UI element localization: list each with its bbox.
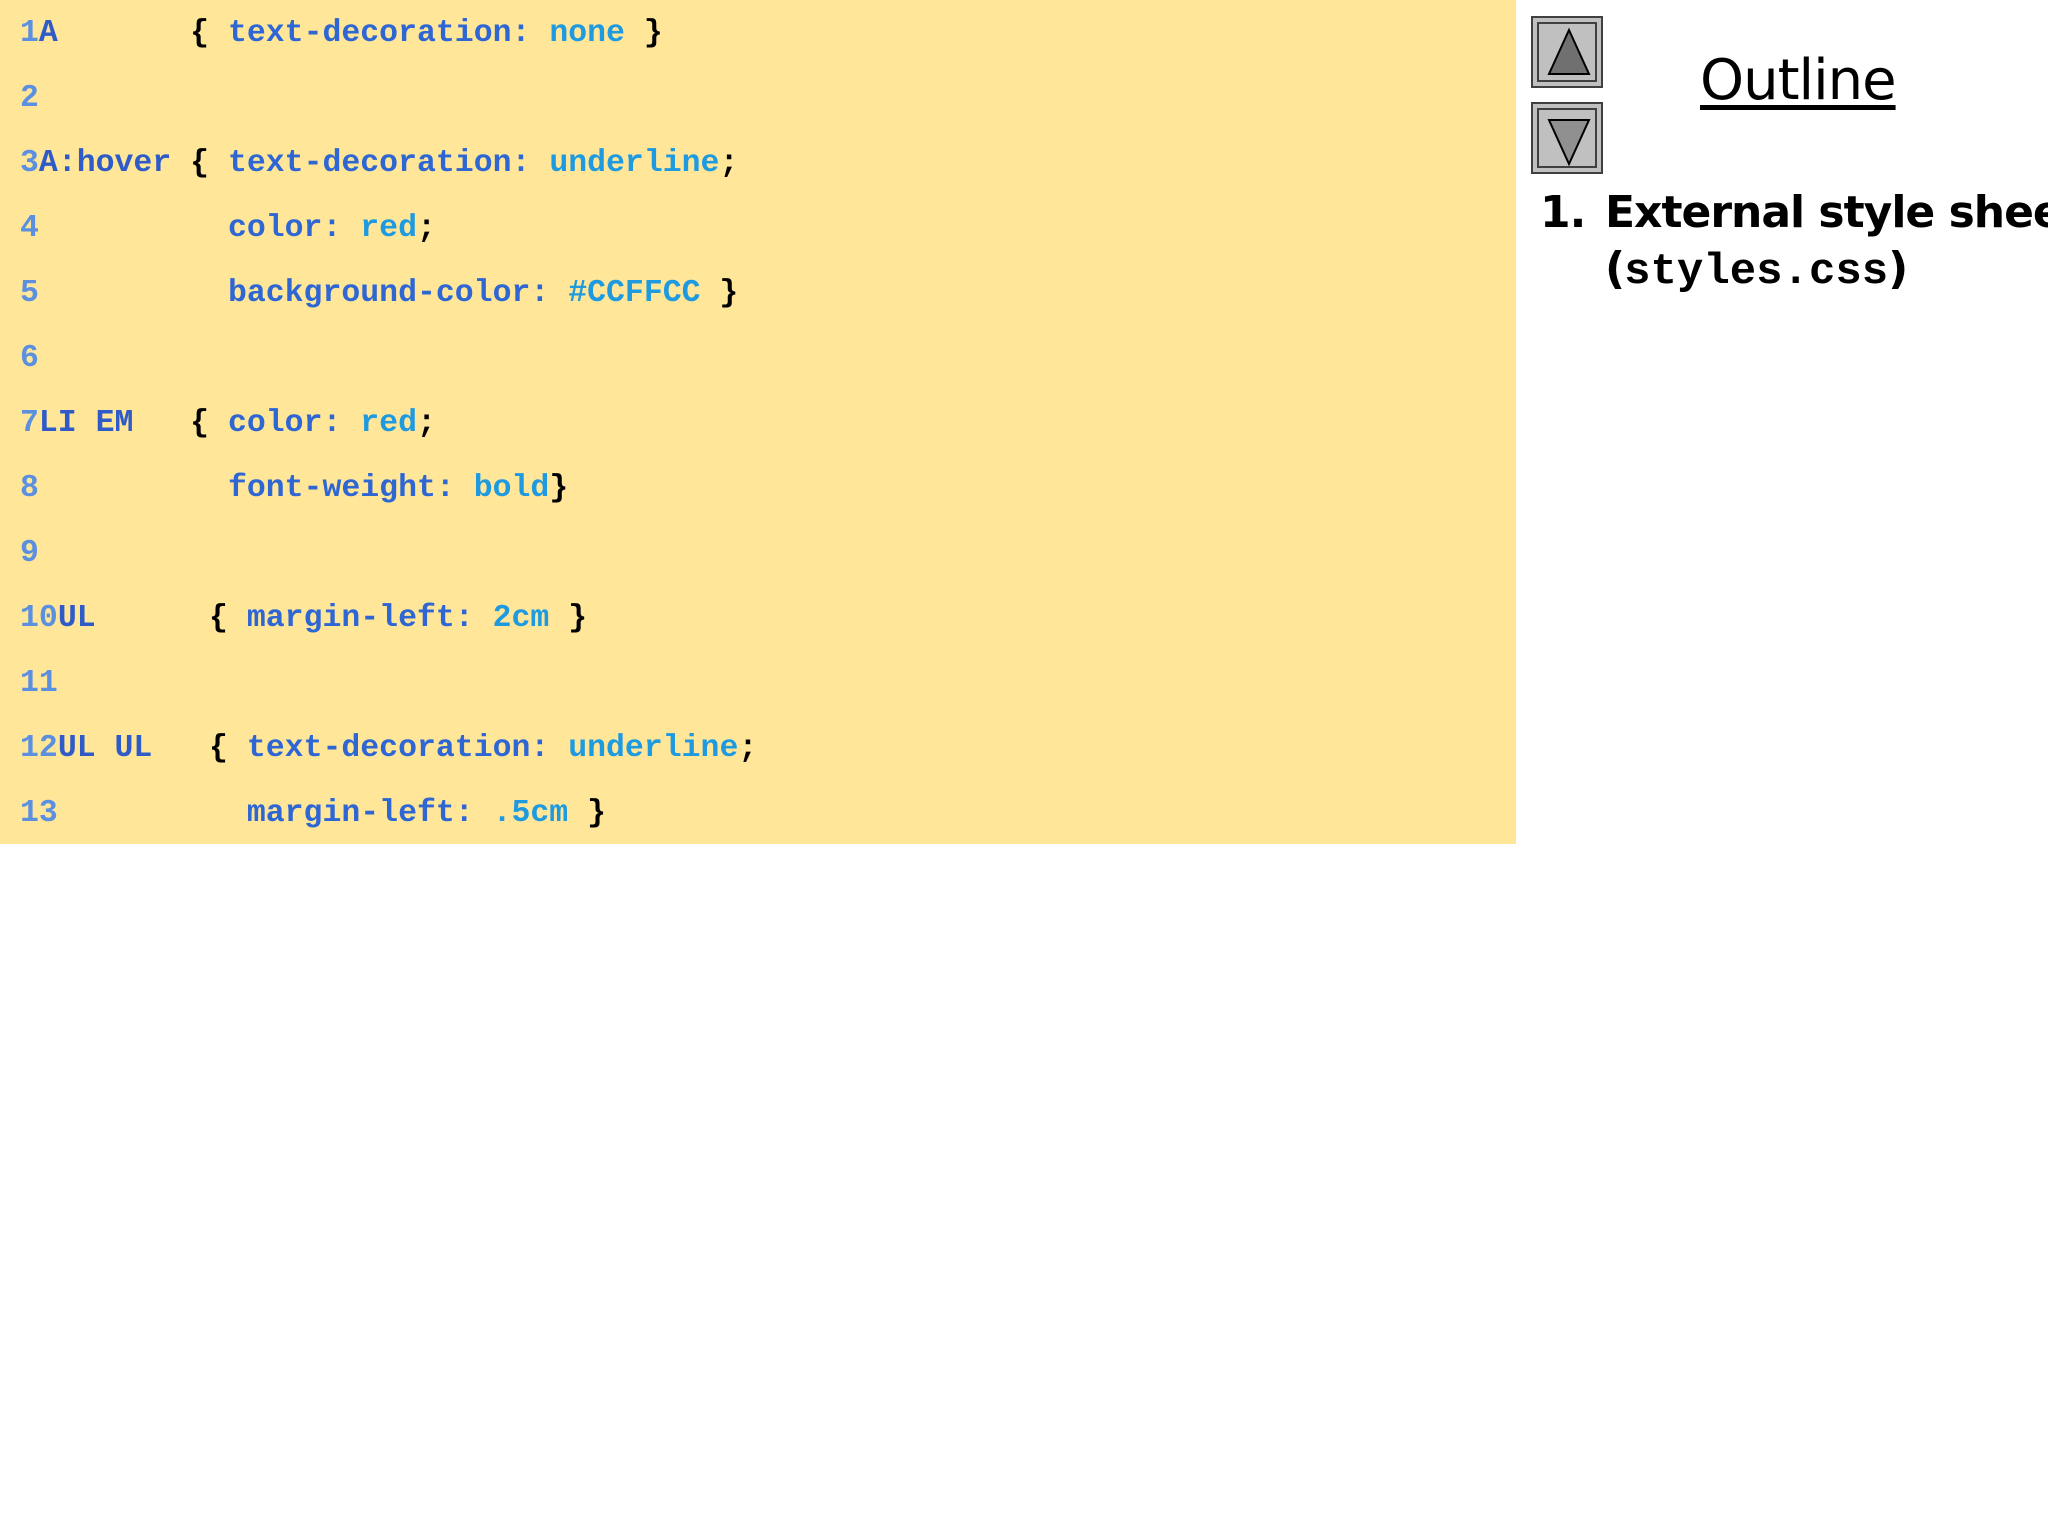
padding: [39, 471, 228, 506]
property: color:: [227, 406, 361, 441]
line-tail: }: [568, 796, 607, 831]
selector: A: [38, 16, 58, 51]
property: text-decoration:: [227, 16, 550, 51]
line-number: 3: [20, 146, 39, 181]
paren-close: ): [1888, 243, 1908, 294]
code-line: 3A:hover { text-decoration: underline;: [20, 144, 738, 184]
value: none: [549, 16, 625, 51]
value: bold: [473, 471, 550, 506]
line-tail: ;: [719, 146, 739, 181]
code-line: 4 color: red;: [20, 209, 436, 249]
padding: [58, 796, 247, 831]
outline-item-filename-line: (styles.css): [1605, 241, 1908, 300]
code-line: 7LI EM { color: red;: [20, 404, 436, 444]
open-brace: {: [190, 146, 228, 181]
property: margin-left:: [246, 796, 493, 831]
line-number: 7: [20, 406, 39, 441]
code-listing: 1A { text-decoration: none } 2 3A:hover { …: [0, 0, 1516, 844]
open-brace: {: [209, 601, 247, 636]
line-tail: ;: [738, 731, 758, 766]
property: color:: [227, 211, 361, 246]
padding: [171, 146, 190, 181]
open-brace: {: [209, 731, 247, 766]
outline-item-filename: styles.css: [1624, 247, 1889, 297]
padding: [39, 211, 228, 246]
next-slide-button[interactable]: [1531, 102, 1603, 174]
value: .5cm: [492, 796, 569, 831]
paren-open: (: [1605, 243, 1625, 294]
property: text-decoration:: [246, 731, 569, 766]
padding: [39, 276, 228, 311]
value: 2cm: [492, 601, 550, 636]
line-number: 1: [20, 16, 39, 51]
value: underline: [568, 731, 739, 766]
code-line: 6: [20, 339, 39, 379]
value: underline: [549, 146, 720, 181]
line-number: 5: [20, 276, 39, 311]
outline-item-text: External style sheet: [1605, 187, 2048, 238]
line-number: 12: [20, 731, 58, 766]
open-brace: {: [190, 16, 228, 51]
line-number: 8: [20, 471, 39, 506]
code-line: 11: [20, 664, 58, 704]
value: red: [360, 406, 417, 441]
padding: [96, 601, 209, 636]
line-tail: ;: [416, 211, 436, 246]
line-tail: }: [700, 276, 739, 311]
open-brace: {: [190, 406, 228, 441]
selector: UL: [57, 601, 96, 636]
previous-slide-button[interactable]: [1531, 16, 1603, 88]
property: text-decoration:: [227, 146, 550, 181]
line-number: 9: [20, 536, 39, 571]
line-tail: ;: [417, 406, 436, 441]
outline-item-number: 1.: [1540, 187, 1586, 238]
line-tail: }: [549, 471, 569, 506]
selector: A:hover: [38, 146, 172, 181]
padding: [133, 406, 190, 441]
code-line: 8 font-weight: bold}: [20, 469, 568, 509]
line-number: 2: [20, 81, 39, 116]
padding: [152, 731, 209, 766]
line-tail: }: [624, 16, 663, 51]
line-number: 11: [20, 666, 58, 701]
line-number: 6: [20, 341, 39, 376]
selector: UL UL: [57, 731, 153, 766]
code-line: 13 margin-left: .5cm }: [20, 794, 606, 834]
code-line: 1A { text-decoration: none }: [20, 14, 663, 54]
value: #CCFFCC: [568, 276, 701, 311]
line-tail: }: [549, 601, 588, 636]
line-number: 4: [20, 211, 39, 246]
padding: [58, 16, 190, 51]
line-number: 13: [20, 796, 58, 831]
property: background-color:: [227, 276, 569, 311]
line-number: 10: [20, 601, 58, 636]
outline-title: Outline: [1700, 48, 1897, 113]
code-line: 9: [20, 534, 39, 574]
triangle-down-icon: [1547, 119, 1591, 167]
code-line: 10UL { margin-left: 2cm }: [20, 599, 587, 639]
triangle-up-icon: [1547, 27, 1591, 75]
selector: LI EM: [38, 406, 134, 441]
value: red: [360, 211, 417, 246]
code-line: 12UL UL { text-decoration: underline;: [20, 729, 757, 769]
code-line: 5 background-color: #CCFFCC }: [20, 274, 738, 314]
code-line: 2: [20, 79, 39, 119]
property: font-weight:: [227, 471, 474, 506]
property: margin-left:: [246, 601, 493, 636]
